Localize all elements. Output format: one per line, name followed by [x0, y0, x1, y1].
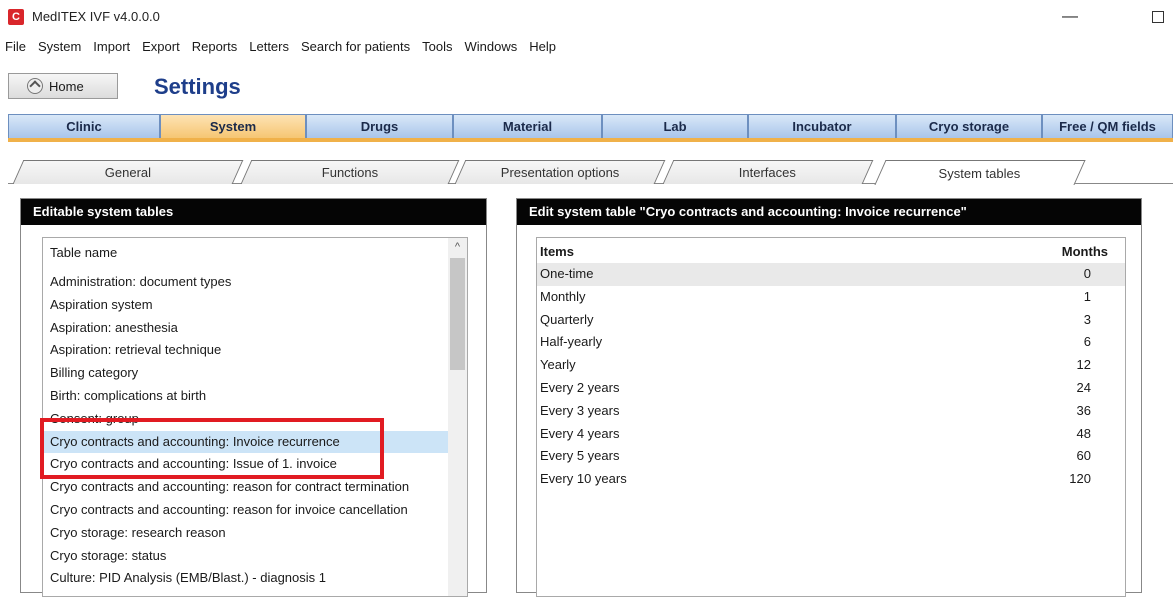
table-row[interactable]: Monthly 1	[537, 286, 1125, 309]
tab-lab[interactable]: Lab	[602, 114, 748, 138]
cell-item: Yearly	[540, 357, 576, 373]
list-item[interactable]: Cryo storage: status	[43, 545, 448, 568]
menu-reports[interactable]: Reports	[185, 38, 243, 56]
panel-title: Edit system table "Cryo contracts and ac…	[517, 199, 1141, 225]
list-item[interactable]: Cryo contracts and accounting: Issue of …	[43, 453, 448, 476]
invoice-recurrence-table[interactable]: Items Months One-time 0 Monthly 1 Quarterl…	[536, 237, 1126, 597]
cell-item: Every 4 years	[540, 425, 620, 441]
vertical-scrollbar[interactable]: ^	[448, 238, 467, 596]
cell-months: 24	[1076, 379, 1091, 395]
cell-item: Monthly	[540, 288, 586, 304]
cell-months: 12	[1076, 357, 1091, 373]
list-item[interactable]: Consent: group	[43, 408, 448, 431]
menu-tools[interactable]: Tools	[415, 38, 457, 56]
column-header-table-name: Table name	[50, 245, 118, 260]
cell-item: Every 3 years	[540, 402, 620, 418]
list-item[interactable]: Administration: document types	[43, 271, 448, 294]
sub-tab-bar: General Functions Presentation options I…	[8, 160, 1173, 185]
scroll-up-icon[interactable]: ^	[448, 238, 467, 256]
menu-system[interactable]: System	[31, 38, 86, 56]
cell-item: Every 5 years	[540, 448, 620, 464]
cell-item: Every 10 years	[540, 471, 627, 487]
tab-system-tables[interactable]: System tables	[874, 160, 1086, 185]
table-row[interactable]: One-time 0	[537, 263, 1125, 286]
list-item[interactable]: Aspiration: retrieval technique	[43, 339, 448, 362]
cell-months: 6	[1083, 334, 1091, 350]
table-row[interactable]: Yearly 12	[537, 354, 1125, 377]
column-header-months: Months	[1061, 244, 1108, 259]
table-row[interactable]: Every 4 years 48	[537, 423, 1125, 446]
menu-export[interactable]: Export	[135, 38, 185, 56]
tab-functions-label: Functions	[321, 165, 378, 180]
list-item[interactable]: Billing category	[43, 362, 448, 385]
menu-file[interactable]: File	[0, 38, 31, 56]
home-button-label: Home	[49, 78, 84, 94]
tab-interfaces-label: Interfaces	[739, 165, 797, 180]
main-tab-bar: Clinic System Drugs Material Lab Incubat…	[8, 114, 1173, 142]
cell-item: Half-yearly	[540, 334, 603, 350]
list-item[interactable]: Birth: complications at birth	[43, 385, 448, 408]
menu-letters[interactable]: Letters	[242, 38, 294, 56]
tab-incubator[interactable]: Incubator	[748, 114, 896, 138]
tab-clinic[interactable]: Clinic	[8, 114, 160, 138]
cell-months: 1	[1083, 288, 1091, 304]
tab-interfaces[interactable]: Interfaces	[662, 160, 874, 184]
menu-import[interactable]: Import	[86, 38, 135, 56]
table-row[interactable]: Half-yearly 6	[537, 331, 1125, 354]
cell-months: 36	[1076, 402, 1091, 418]
minimize-icon[interactable]: —	[1058, 5, 1082, 29]
column-header-items: Items	[540, 244, 574, 259]
tab-material[interactable]: Material	[453, 114, 602, 138]
list-item-selected[interactable]: Cryo contracts and accounting: Invoice r…	[43, 430, 448, 454]
table-name-list[interactable]: Table name Administration: document type…	[42, 237, 468, 597]
title-bar: C MedITEX IVF v4.0.0.0 —	[0, 0, 1173, 34]
window-title: MedITEX IVF v4.0.0.0	[32, 9, 160, 24]
tab-general-label: General	[104, 165, 151, 180]
meditex-logo-icon: C	[8, 9, 24, 25]
home-button[interactable]: Home	[8, 73, 118, 99]
list-item[interactable]: Aspiration: anesthesia	[43, 317, 448, 340]
menu-windows[interactable]: Windows	[457, 38, 522, 56]
menu-bar: File System Import Export Reports Letter…	[0, 38, 561, 56]
page-title: Settings	[154, 74, 241, 99]
tab-functions[interactable]: Functions	[240, 160, 460, 184]
panel-title: Editable system tables	[21, 199, 486, 225]
tab-free-qm-fields[interactable]: Free / QM fields	[1042, 114, 1173, 138]
cell-item: One-time	[540, 266, 594, 281]
tab-system[interactable]: System	[160, 114, 306, 138]
list-item[interactable]: Cryo contracts and accounting: reason fo…	[43, 476, 448, 499]
scrollbar-thumb[interactable]	[450, 258, 465, 370]
list-item[interactable]: Cryo contracts and accounting: reason fo…	[43, 499, 448, 522]
cell-months: 0	[1083, 266, 1091, 281]
menu-search-for-patients[interactable]: Search for patients	[294, 38, 415, 56]
table-row[interactable]: Every 5 years 60	[537, 445, 1125, 468]
table-header: Items Months	[537, 238, 1125, 263]
cell-months: 120	[1069, 471, 1091, 487]
cell-months: 3	[1083, 311, 1091, 327]
list-item[interactable]: Aspiration system	[43, 294, 448, 317]
home-icon	[27, 78, 43, 94]
tab-system-tables-label: System tables	[938, 165, 1021, 181]
edit-system-table-panel: Edit system table "Cryo contracts and ac…	[516, 198, 1142, 597]
table-row[interactable]: Every 10 years 120	[537, 468, 1125, 491]
tab-general[interactable]: General	[12, 160, 244, 184]
editable-system-tables-panel: Editable system tables Table name Admini…	[20, 198, 487, 597]
table-row[interactable]: Quarterly 3	[537, 309, 1125, 332]
cell-item: Quarterly	[540, 311, 594, 327]
cell-months: 60	[1076, 448, 1091, 464]
tab-presentation-options[interactable]: Presentation options	[454, 160, 666, 184]
tab-drugs[interactable]: Drugs	[306, 114, 453, 138]
list-item[interactable]: Culture: PID Analysis (EMB/Blast.) - dia…	[43, 567, 448, 590]
table-row[interactable]: Every 3 years 36	[537, 400, 1125, 423]
tab-presentation-options-label: Presentation options	[500, 165, 620, 180]
maximize-icon[interactable]	[1146, 5, 1170, 29]
tab-cryo-storage[interactable]: Cryo storage	[896, 114, 1042, 138]
list-item[interactable]: Cryo storage: research reason	[43, 522, 448, 545]
menu-help[interactable]: Help	[522, 38, 561, 56]
cell-months: 48	[1076, 425, 1091, 441]
cell-item: Every 2 years	[540, 379, 620, 395]
table-row[interactable]: Every 2 years 24	[537, 377, 1125, 400]
